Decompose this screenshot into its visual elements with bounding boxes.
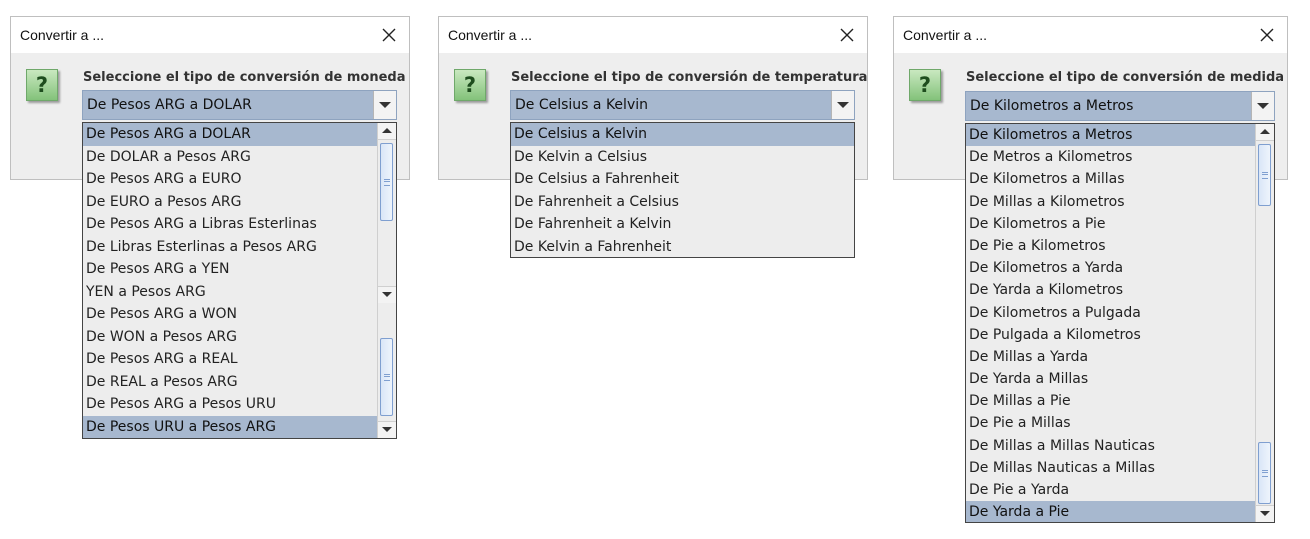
scroll-thumb[interactable] — [1258, 442, 1271, 504]
scrollbar[interactable] — [377, 123, 396, 303]
list-item[interactable]: De Pie a Millas — [966, 412, 1274, 434]
list-item[interactable]: De Pie a Kilometros — [966, 235, 1274, 257]
question-icon: ? — [909, 69, 941, 101]
list-item[interactable]: De Celsius a Fahrenheit — [511, 168, 854, 191]
title-bar: Convertir a ... — [439, 17, 867, 53]
scroll-up-icon — [1260, 129, 1270, 134]
list-item[interactable]: De Pesos ARG a YEN — [83, 258, 396, 281]
list-item[interactable]: De Metros a Kilometros — [966, 146, 1274, 168]
title-bar: Convertir a ... — [11, 17, 409, 53]
list-item[interactable]: De Fahrenheit a Celsius — [511, 191, 854, 214]
list-item[interactable]: YEN a Pesos ARG — [83, 281, 396, 304]
prompt-label: Seleccione el tipo de conversión de mone… — [83, 70, 406, 85]
list-item[interactable]: De Millas Nauticas a Millas — [966, 457, 1274, 479]
scrollbar[interactable] — [1255, 124, 1274, 522]
list-item[interactable]: De Pie a Yarda — [966, 479, 1274, 501]
conversion-list: De Pesos ARG a DOLAR De DOLAR a Pesos AR… — [82, 122, 397, 439]
list-item[interactable]: De REAL a Pesos ARG — [83, 371, 396, 394]
list-item[interactable]: De Millas a Pie — [966, 390, 1274, 412]
chevron-down-icon — [1257, 103, 1269, 109]
conversion-list: De Kilometros a Metros De Metros a Kilom… — [965, 123, 1275, 523]
list-item[interactable]: De Yarda a Millas — [966, 368, 1274, 390]
prompt-label: Seleccione el tipo de conversión de temp… — [511, 70, 868, 85]
scroll-down-icon — [1260, 511, 1270, 516]
list-item[interactable]: De EURO a Pesos ARG — [83, 191, 396, 214]
list-item[interactable]: De Celsius a Kelvin — [511, 123, 854, 146]
conversion-list: De Celsius a Kelvin De Kelvin a Celsius … — [510, 122, 855, 258]
scroll-down-icon — [382, 427, 392, 432]
list-item[interactable]: De Millas a Yarda — [966, 346, 1274, 368]
list-item[interactable]: De Pesos ARG a EURO — [83, 168, 396, 191]
dialog-title: Convertir a ... — [448, 27, 533, 43]
scroll-thumb[interactable] — [380, 143, 393, 221]
conversion-combobox[interactable]: De Celsius a Kelvin — [510, 90, 855, 120]
scroll-up-icon — [382, 128, 392, 133]
list-item[interactable]: De Pulgada a Kilometros — [966, 324, 1274, 346]
list-item[interactable]: De Kilometros a Millas — [966, 168, 1274, 190]
list-item[interactable]: De Yarda a Kilometros — [966, 279, 1274, 301]
scroll-down-button[interactable] — [1256, 505, 1274, 522]
list-item[interactable]: De Libras Esterlinas a Pesos ARG — [83, 236, 396, 259]
list-item[interactable]: De Millas a Millas Nauticas — [966, 435, 1274, 457]
chevron-down-icon — [837, 102, 849, 108]
conversion-combobox[interactable]: De Pesos ARG a DOLAR — [82, 90, 397, 120]
list-item[interactable]: De Yarda a Pie — [966, 501, 1274, 522]
chevron-down-icon — [379, 102, 391, 108]
list-item[interactable]: De Kilometros a Yarda — [966, 257, 1274, 279]
scroll-up-button[interactable] — [378, 123, 396, 140]
scroll-thumb[interactable] — [380, 338, 393, 416]
dropdown-button[interactable] — [373, 91, 396, 119]
question-icon: ? — [454, 69, 486, 101]
close-icon[interactable] — [381, 27, 397, 43]
list-item[interactable]: De Pesos ARG a WON — [83, 303, 396, 326]
list-item[interactable]: De WON a Pesos ARG — [83, 326, 396, 349]
combobox-value: De Celsius a Kelvin — [515, 97, 648, 113]
scroll-down-icon — [382, 292, 392, 297]
scroll-up-button[interactable] — [1256, 124, 1274, 141]
list-item[interactable]: De Fahrenheit a Kelvin — [511, 213, 854, 236]
scroll-down-button[interactable] — [378, 286, 396, 303]
dialog-title: Convertir a ... — [20, 27, 105, 43]
combobox-value: De Kilometros a Metros — [970, 98, 1134, 114]
list-item[interactable]: De Pesos ARG a DOLAR — [83, 123, 396, 146]
scrollbar[interactable] — [377, 303, 396, 438]
prompt-label: Seleccione el tipo de conversión de medi… — [966, 70, 1285, 85]
list-item[interactable]: De Kilometros a Pulgada — [966, 302, 1274, 324]
title-bar: Convertir a ... — [894, 17, 1287, 53]
list-item[interactable]: De Pesos ARG a Libras Esterlinas — [83, 213, 396, 236]
list-item[interactable]: De Millas a Kilometros — [966, 191, 1274, 213]
question-icon: ? — [26, 69, 58, 101]
list-item[interactable]: De Kilometros a Metros — [966, 124, 1274, 147]
scroll-thumb[interactable] — [1258, 144, 1271, 206]
list-item[interactable]: De Kilometros a Pie — [966, 213, 1274, 235]
close-icon[interactable] — [1259, 27, 1275, 43]
list-item[interactable]: De Pesos ARG a Pesos URU — [83, 393, 396, 416]
list-item[interactable]: De Pesos ARG a REAL — [83, 348, 396, 371]
conversion-combobox[interactable]: De Kilometros a Metros — [965, 91, 1275, 121]
scroll-down-button[interactable] — [378, 421, 396, 438]
list-item[interactable]: De Kelvin a Fahrenheit — [511, 236, 854, 258]
dropdown-button[interactable] — [1251, 92, 1274, 120]
combobox-value: De Pesos ARG a DOLAR — [87, 97, 252, 113]
close-icon[interactable] — [839, 27, 855, 43]
list-item[interactable]: De DOLAR a Pesos ARG — [83, 146, 396, 169]
list-item[interactable]: De Pesos URU a Pesos ARG — [83, 415, 396, 438]
dialog-title: Convertir a ... — [903, 27, 988, 43]
list-item[interactable]: De Kelvin a Celsius — [511, 146, 854, 169]
dropdown-button[interactable] — [831, 91, 854, 119]
